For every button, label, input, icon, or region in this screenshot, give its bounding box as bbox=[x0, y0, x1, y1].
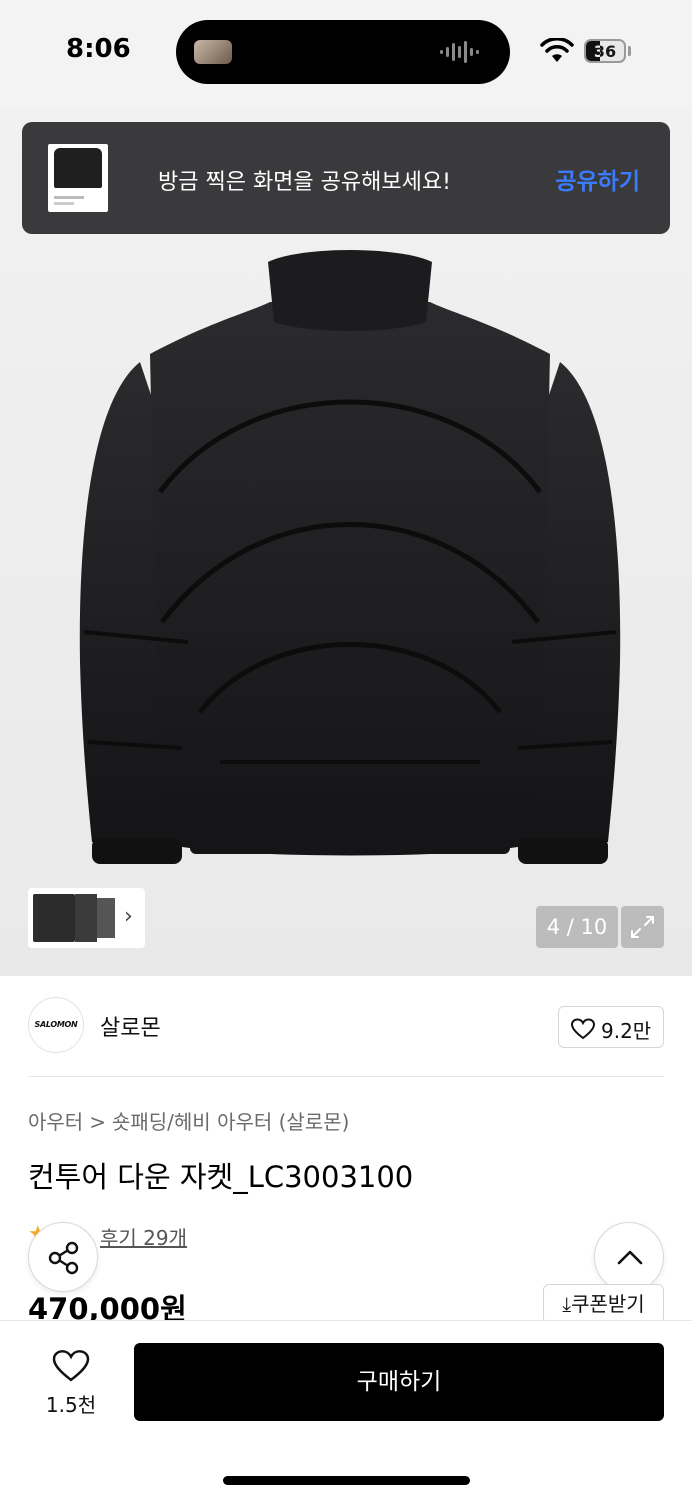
breadcrumb: 아우터 > 숏패딩/헤비 아우터 (살로몬) bbox=[28, 1106, 349, 1135]
product-image-jacket bbox=[79, 250, 621, 864]
product-like-button[interactable]: 1.5천 bbox=[38, 1343, 104, 1423]
product-like-count: 1.5천 bbox=[45, 1393, 97, 1417]
coupon-label: 쿠폰받기 bbox=[571, 1292, 645, 1316]
breadcrumb-separator: > bbox=[89, 1110, 106, 1134]
audio-wave-icon bbox=[440, 41, 479, 63]
dynamic-island[interactable] bbox=[176, 20, 510, 84]
thumbnail-image[interactable] bbox=[33, 894, 75, 942]
breadcrumb-item-category[interactable]: 숏패딩/헤비 아우터 (살로몬) bbox=[112, 1110, 349, 1134]
brand-like-button[interactable]: 9.2만 bbox=[558, 1006, 664, 1048]
buy-button[interactable]: 구매하기 bbox=[134, 1343, 664, 1421]
chevron-right-icon[interactable]: › bbox=[124, 904, 133, 929]
home-indicator[interactable] bbox=[223, 1476, 470, 1485]
thumbnail-jacket bbox=[54, 148, 102, 188]
brand-name[interactable]: 살로몬 bbox=[100, 1010, 161, 1042]
thumbnail-strip[interactable]: › bbox=[28, 888, 145, 948]
share-action-button[interactable]: 공유하기 bbox=[555, 162, 640, 196]
status-time: 8:06 bbox=[66, 34, 131, 64]
wifi-icon bbox=[540, 38, 574, 62]
thumbnail-line bbox=[54, 202, 74, 205]
thumbnail-line bbox=[54, 196, 84, 199]
chevron-up-icon bbox=[617, 1250, 643, 1265]
screenshot-thumbnail[interactable] bbox=[48, 144, 108, 212]
brand-logo-text: SALOMON bbox=[34, 1020, 78, 1029]
product-image-gallery[interactable] bbox=[0, 110, 692, 976]
divider bbox=[28, 1076, 664, 1077]
expand-icon bbox=[631, 916, 654, 938]
share-button[interactable] bbox=[28, 1222, 98, 1292]
share-icon bbox=[48, 1241, 79, 1275]
thumbnail-image[interactable] bbox=[97, 898, 115, 938]
now-playing-thumbnail bbox=[194, 40, 232, 64]
coupon-button[interactable]: ⤓쿠폰받기 bbox=[543, 1284, 664, 1324]
gallery-counter: 4 / 10 bbox=[536, 906, 618, 948]
battery-icon: 36 bbox=[584, 39, 626, 63]
brand-logo[interactable]: SALOMON bbox=[28, 997, 84, 1053]
battery-percent: 36 bbox=[593, 42, 617, 61]
heart-icon bbox=[571, 1018, 595, 1040]
battery-tip bbox=[628, 46, 631, 56]
breadcrumb-item-outer[interactable]: 아우터 bbox=[28, 1110, 83, 1134]
product-title: 컨투어 다운 자켓_LC3003100 bbox=[28, 1160, 414, 1194]
thumbnail-image[interactable] bbox=[75, 894, 97, 942]
heart-icon bbox=[52, 1350, 90, 1382]
scroll-top-button[interactable] bbox=[594, 1222, 664, 1292]
status-bar: 8:06 36 bbox=[0, 0, 692, 110]
brand-like-count: 9.2만 bbox=[601, 1019, 652, 1043]
download-icon: ⤓ bbox=[562, 1292, 572, 1316]
bottom-action-bar: 1.5천 구매하기 bbox=[0, 1320, 692, 1500]
toast-message: 방금 찍은 화면을 공유해보세요! bbox=[158, 170, 451, 195]
reviews-link[interactable]: 후기 29개 bbox=[100, 1222, 187, 1251]
share-screenshot-toast: 방금 찍은 화면을 공유해보세요! 공유하기 bbox=[22, 122, 670, 234]
expand-button[interactable] bbox=[621, 906, 664, 948]
